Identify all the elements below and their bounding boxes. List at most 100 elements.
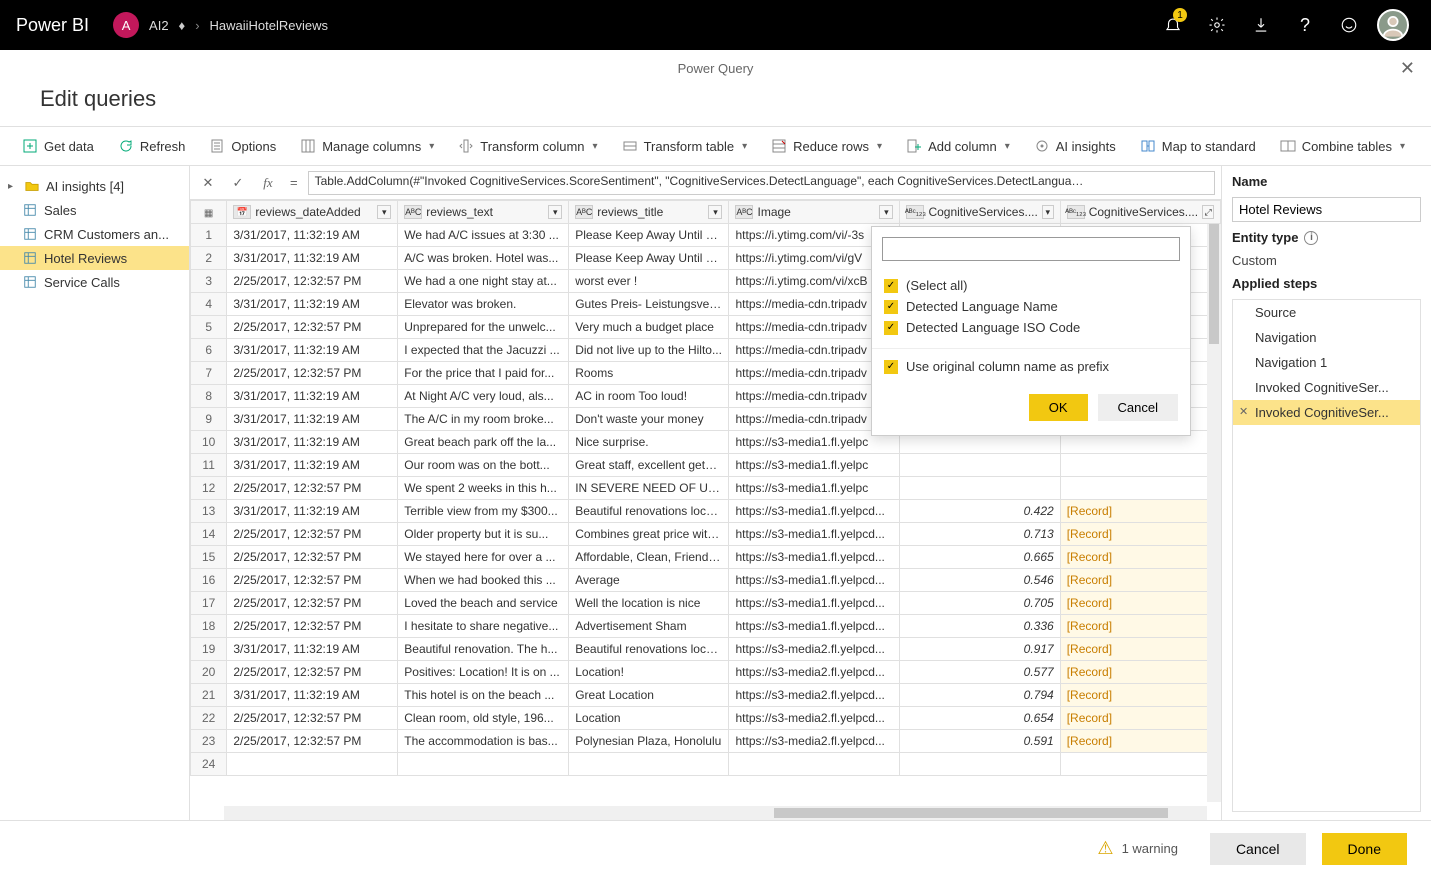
cell[interactable]: I expected that the Jacuzzi ... [398,339,569,362]
table-corner-icon[interactable]: ▦ [204,208,213,219]
cell[interactable]: Rooms [569,362,729,385]
cell[interactable]: When we had booked this ... [398,569,569,592]
table-row[interactable]: 182/25/2017, 12:32:57 PMI hesitate to sh… [191,615,1221,638]
settings-button[interactable] [1195,0,1239,50]
cell[interactable]: 2/25/2017, 12:32:57 PM [227,661,398,684]
table-row[interactable]: 152/25/2017, 12:32:57 PMWe stayed here f… [191,546,1221,569]
cell[interactable]: At Night A/C very loud, als... [398,385,569,408]
manage-columns-button[interactable]: Manage columns▾ [290,134,444,158]
cell[interactable]: 3/31/2017, 11:32:19 AM [227,293,398,316]
cell[interactable]: Terrible view from my $300... [398,500,569,523]
delete-step-icon[interactable]: ✕ [1239,405,1248,418]
cell[interactable]: 0.591 [900,730,1060,753]
cell[interactable]: The A/C in my room broke... [398,408,569,431]
cell[interactable]: 2/25/2017, 12:32:57 PM [227,546,398,569]
cell[interactable]: 2/25/2017, 12:32:57 PM [227,615,398,638]
cell[interactable]: 3/31/2017, 11:32:19 AM [227,454,398,477]
cell[interactable]: 3/31/2017, 11:32:19 AM [227,224,398,247]
workspace-avatar[interactable]: A [113,12,139,38]
cell[interactable]: A/C was broken. Hotel was... [398,247,569,270]
cell[interactable]: 2/25/2017, 12:32:57 PM [227,316,398,339]
cell[interactable]: 2/25/2017, 12:32:57 PM [227,477,398,500]
map-to-standard-button[interactable]: Map to standard [1130,134,1266,158]
cell[interactable]: Don't waste your money [569,408,729,431]
applied-step[interactable]: Navigation 1 [1233,350,1420,375]
cell[interactable]: Did not live up to the Hilto... [569,339,729,362]
cell[interactable]: 3/31/2017, 11:32:19 AM [227,247,398,270]
cell[interactable]: [Record] [1060,615,1220,638]
cell[interactable]: Affordable, Clean, Friendly ... [569,546,729,569]
cell[interactable]: https://s3-media1.fl.yelpc [729,454,900,477]
query-item[interactable]: CRM Customers an... [0,222,189,246]
table-row[interactable]: 142/25/2017, 12:32:57 PMOlder property b… [191,523,1221,546]
cell[interactable]: https://s3-media1.fl.yelpcd... [729,569,900,592]
cell[interactable]: Great Location [569,684,729,707]
cell[interactable]: Elevator was broken. [398,293,569,316]
breadcrumb-report[interactable]: HawaiiHotelReviews [210,18,329,33]
datatype-icon[interactable]: ᴬᴮᶜ₁₂₃ [906,205,924,219]
cell[interactable]: 0.665 [900,546,1060,569]
cell[interactable]: Gutes Preis- Leistungsverh... [569,293,729,316]
vertical-scrollbar[interactable] [1207,224,1221,802]
filter-icon[interactable]: ▾ [377,205,391,219]
cell[interactable]: Combines great price with ... [569,523,729,546]
cell[interactable]: https://s3-media2.fl.yelpcd... [729,661,900,684]
filter-icon[interactable]: ▾ [548,205,562,219]
cell[interactable]: 0.336 [900,615,1060,638]
cell[interactable]: [Record] [1060,500,1220,523]
expand-use-prefix[interactable]: ✓Use original column name as prefix [872,348,1190,384]
cell[interactable]: [Record] [1060,707,1220,730]
cell[interactable]: https://s3-media1.fl.yelpcd... [729,523,900,546]
notifications-button[interactable]: 1 [1151,0,1195,50]
table-row[interactable]: 113/31/2017, 11:32:19 AMOur room was on … [191,454,1221,477]
cell[interactable]: [Record] [1060,523,1220,546]
cell[interactable]: Older property but it is su... [398,523,569,546]
filter-icon[interactable]: ▾ [1042,205,1054,219]
warning-indicator[interactable]: ⚠ 1 warning [1097,838,1178,859]
expand-search-input[interactable] [882,237,1180,261]
query-item[interactable]: Hotel Reviews [0,246,189,270]
cell[interactable]: Please Keep Away Until Co... [569,224,729,247]
cell[interactable] [900,477,1060,500]
cell[interactable]: 3/31/2017, 11:32:19 AM [227,638,398,661]
refresh-button[interactable]: Refresh [108,134,196,158]
cell[interactable]: 0.705 [900,592,1060,615]
cell[interactable]: Beautiful renovations locat... [569,638,729,661]
cell[interactable]: I hesitate to share negative... [398,615,569,638]
combine-tables-button[interactable]: Combine tables▾ [1270,134,1415,158]
datatype-icon[interactable]: AᴮC [735,205,753,219]
table-row[interactable]: 122/25/2017, 12:32:57 PMWe spent 2 weeks… [191,477,1221,500]
cell[interactable]: https://s3-media2.fl.yelpcd... [729,638,900,661]
cell[interactable]: [Record] [1060,592,1220,615]
cell[interactable]: We had A/C issues at 3:30 ... [398,224,569,247]
cell[interactable]: 3/31/2017, 11:32:19 AM [227,431,398,454]
cell[interactable]: [Record] [1060,661,1220,684]
cell[interactable]: [Record] [1060,684,1220,707]
cell[interactable]: For the price that I paid for... [398,362,569,385]
formula-commit-icon[interactable]: ✓ [226,171,250,195]
cell[interactable]: Nice surprise. [569,431,729,454]
cell[interactable]: 3/31/2017, 11:32:19 AM [227,339,398,362]
datatype-icon[interactable]: ᴬᴮᶜ₁₂₃ [1067,205,1085,219]
datatype-icon[interactable]: AᴮC [575,205,593,219]
close-button[interactable]: ✕ [1400,58,1415,79]
cell[interactable]: [Record] [1060,730,1220,753]
cell[interactable]: https://s3-media1.fl.yelpcd... [729,546,900,569]
expand-select-all[interactable]: ✓(Select all) [884,275,1178,296]
formula-cancel-icon[interactable]: ✕ [196,171,220,195]
cell[interactable]: 3/31/2017, 11:32:19 AM [227,684,398,707]
column-header[interactable]: AᴮCImage▾ [729,201,900,224]
cell[interactable]: https://s3-media2.fl.yelpcd... [729,730,900,753]
column-header[interactable]: ᴬᴮᶜ₁₂₃CognitiveServices....⤢ [1060,201,1220,224]
cell[interactable]: Advertisement Sham [569,615,729,638]
filter-icon[interactable]: ▾ [879,205,893,219]
cell[interactable]: Great beach park off the la... [398,431,569,454]
cell[interactable]: https://s3-media1.fl.yelpcd... [729,592,900,615]
cell[interactable]: 2/25/2017, 12:32:57 PM [227,569,398,592]
expand-option-lang-name[interactable]: ✓Detected Language Name [884,296,1178,317]
folder-ai-insights[interactable]: ▸ AI insights [4] [0,174,189,198]
cell[interactable]: 0.546 [900,569,1060,592]
cell[interactable]: 0.654 [900,707,1060,730]
column-header[interactable]: ᴬᴮᶜ₁₂₃CognitiveServices....▾ [900,201,1060,224]
info-icon[interactable]: i [1304,231,1318,245]
